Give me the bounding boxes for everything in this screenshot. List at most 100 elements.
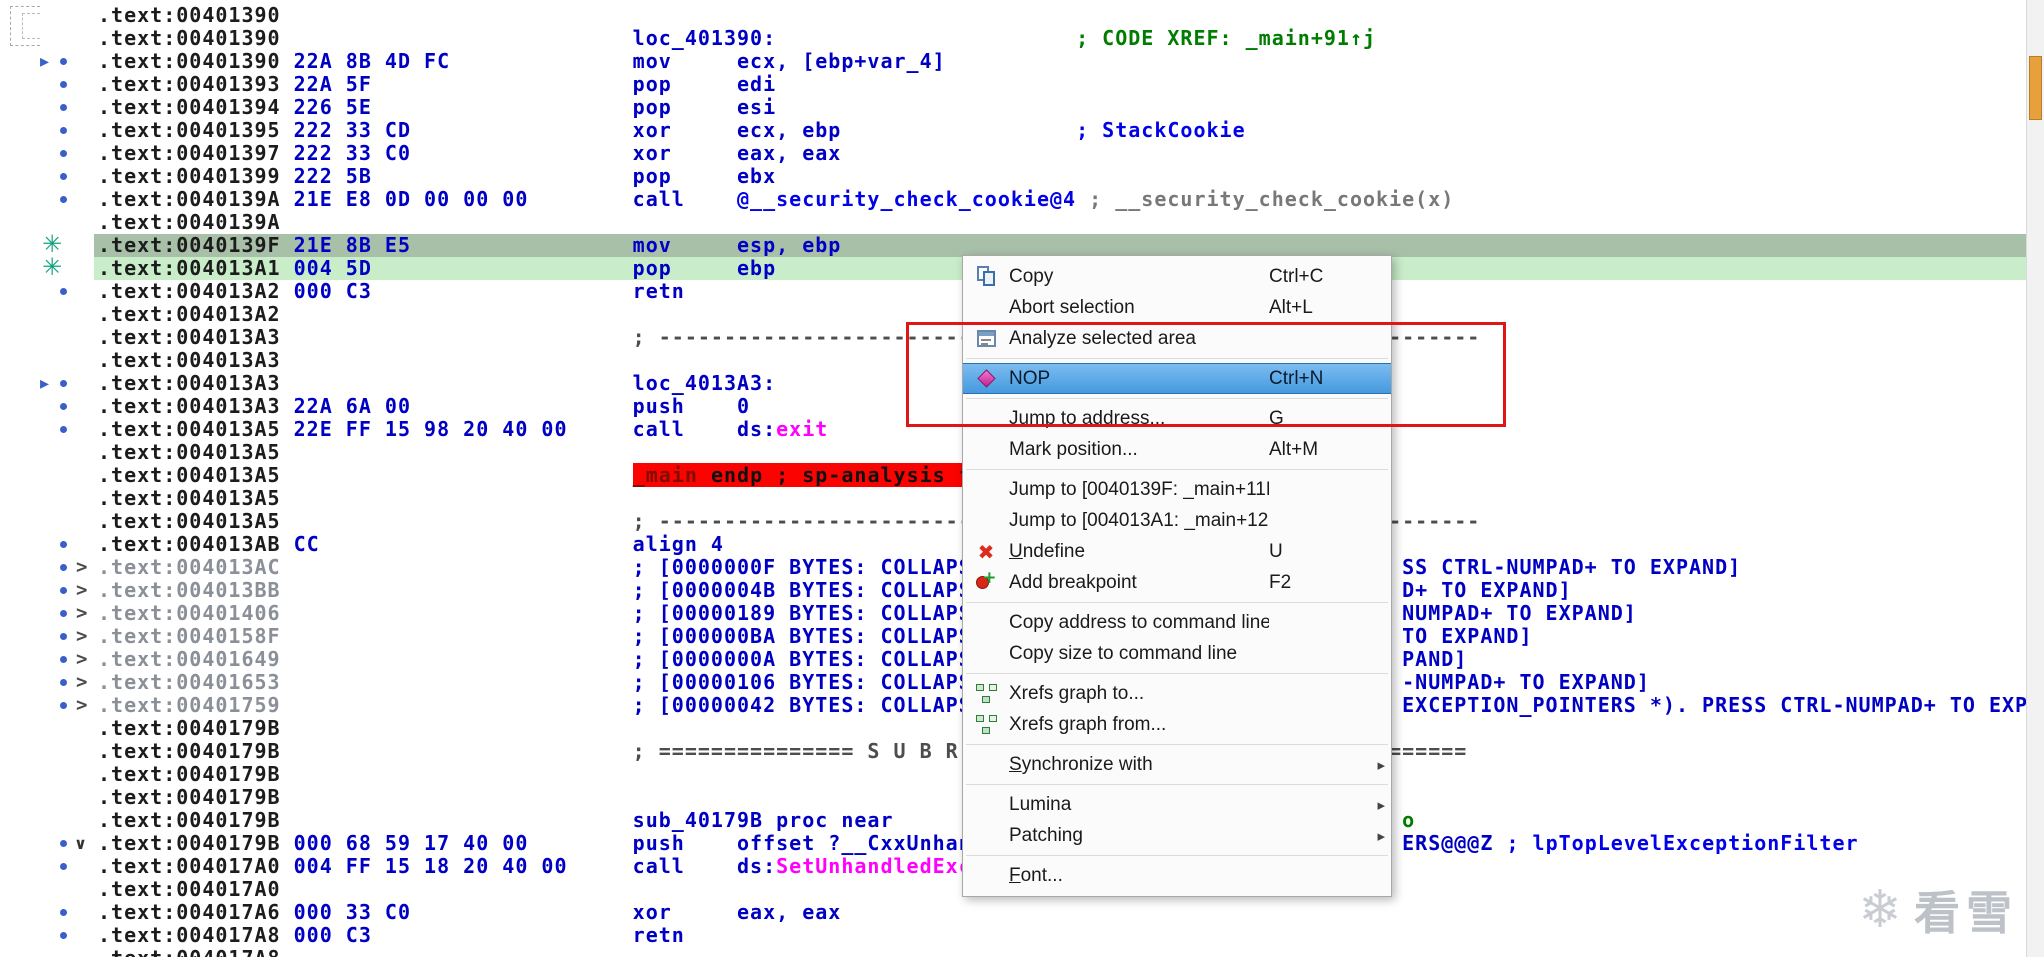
menu-item-label: Patching bbox=[1009, 824, 1083, 846]
menu-item-label: Synchronize with bbox=[1009, 753, 1153, 775]
menu-item-add-breakpoint[interactable]: + Add breakpoint F2 bbox=[963, 567, 1391, 598]
asm-text: .text:0040179B bbox=[98, 717, 281, 740]
menu-item-abort-selection[interactable]: Abort selection Alt+L bbox=[963, 292, 1391, 323]
asm-seg: .text:004013A3 bbox=[98, 394, 281, 418]
code-dot-icon bbox=[60, 173, 67, 180]
code-dot-icon bbox=[60, 702, 67, 709]
asm-seg: .text:00401395 bbox=[98, 118, 281, 142]
asm-text: .text:0040139A 21E E8 0D 00 00 00 call @… bbox=[98, 188, 1454, 211]
expand-arrow-icon[interactable]: > bbox=[76, 648, 88, 671]
menu-item-label: Jump to address... bbox=[1009, 407, 1166, 429]
asm-seg: 000 C3 retn bbox=[280, 923, 685, 947]
asm-text: .text:00401406 ; [00000189 BYTES: COLLAP… bbox=[98, 602, 1637, 625]
analyze-icon bbox=[963, 330, 1009, 347]
menu-item-label: Copy bbox=[1009, 265, 1054, 287]
ida-disassembly-view: .text:00401390 .text:00401390 loc_401390:… bbox=[0, 0, 2044, 957]
menu-item-patching[interactable]: Patching ▸ bbox=[963, 820, 1391, 851]
asm-text: .text:00401390 22A 8B 4D FC mov ecx, [eb… bbox=[98, 50, 946, 73]
collapse-chevron-icon[interactable]: ∨ bbox=[74, 832, 88, 855]
menu-item-label: NOP bbox=[1009, 367, 1051, 389]
menu-item-nop[interactable]: NOP Ctrl+N bbox=[963, 363, 1391, 394]
expand-arrow-icon[interactable]: > bbox=[76, 556, 88, 579]
asm-seg: @__security_check_cookie@4 bbox=[737, 187, 1077, 211]
asm-text: .text:004013A5 22E FF 15 98 20 40 00 cal… bbox=[98, 418, 828, 441]
menu-item-copy-address-to-command-line[interactable]: Copy address to command line bbox=[963, 607, 1391, 638]
asm-text: .text:004013A3 bbox=[98, 349, 281, 372]
expand-arrow-icon[interactable]: > bbox=[76, 579, 88, 602]
asm-line[interactable]: .text:004017A8 000 C3 retn bbox=[0, 924, 2026, 947]
asm-text: .text:004017A0 bbox=[98, 878, 281, 901]
asm-seg: .text:0040179B bbox=[98, 831, 281, 855]
asm-seg: .text:004013A5 bbox=[98, 463, 281, 487]
vertical-scrollbar[interactable] bbox=[2026, 0, 2044, 957]
menu-item-label: Copy address to command line bbox=[1009, 611, 1269, 633]
menu-item-label: Add breakpoint bbox=[1009, 571, 1137, 593]
asm-line[interactable]: .text:004017A6 000 33 C0 xor eax, eax bbox=[0, 901, 2026, 924]
menu-item-font[interactable]: Font... bbox=[963, 860, 1391, 891]
menu-item-copy[interactable]: Copy Ctrl+C bbox=[963, 261, 1391, 292]
submenu-arrow-icon: ▸ bbox=[1377, 796, 1385, 814]
code-dot-icon bbox=[60, 863, 67, 870]
scrollbar-thumb[interactable] bbox=[2029, 56, 2042, 120]
menu-item-label: Jump to [004013A1: _main+121] bbox=[1009, 509, 1269, 531]
asm-line[interactable]: ✳ .text:0040139F 21E 8B E5 mov esp, ebp bbox=[0, 232, 2026, 257]
expand-arrow-icon[interactable]: > bbox=[76, 671, 88, 694]
asm-seg: 004 FF 15 18 20 40 00 call ds: bbox=[280, 854, 777, 878]
asm-seg: .text:00401653 bbox=[98, 670, 281, 694]
asm-line[interactable]: .text:00401390 loc_401390: ; CODE XREF: … bbox=[0, 27, 2026, 50]
asm-line[interactable]: .text:0040139A bbox=[0, 211, 2026, 234]
asm-text: .text:0040179B bbox=[98, 763, 281, 786]
menu-item-label: Xrefs graph from... bbox=[1009, 713, 1167, 735]
expand-arrow-icon[interactable]: > bbox=[76, 602, 88, 625]
asm-line[interactable]: .text:00401395 222 33 CD xor ecx, ebp ; … bbox=[0, 119, 2026, 142]
asm-text: .text:00401393 22A 5F pop edi bbox=[98, 73, 776, 96]
asm-line[interactable]: ▸ .text:00401390 22A 8B 4D FC mov ecx, [e… bbox=[0, 50, 2026, 73]
asm-seg: .text:0040179B bbox=[98, 808, 281, 832]
asm-text: .text:00401397 222 33 C0 xor eax, eax bbox=[98, 142, 841, 165]
asm-text: .text:00401395 222 33 CD xor ecx, ebp ; … bbox=[98, 119, 1246, 142]
undefine-icon: ✖ bbox=[977, 539, 995, 564]
menu-item-jump-to-004013a1-main-121[interactable]: Jump to [004013A1: _main+121] bbox=[963, 505, 1391, 536]
asm-seg: .text:0040179B bbox=[98, 716, 281, 740]
asm-seg: .text:00401390 bbox=[98, 26, 281, 50]
menu-item-shortcut: Alt+L bbox=[1269, 296, 1313, 318]
asm-line[interactable]: .text:00401393 22A 5F pop edi bbox=[0, 73, 2026, 96]
menu-item-jump-to-0040139f-main-11f[interactable]: Jump to [0040139F: _main+11F] bbox=[963, 474, 1391, 505]
asm-line[interactable]: .text:00401394 226 5E pop esi bbox=[0, 96, 2026, 119]
menu-item-undefine[interactable]: ✖ Undefine U bbox=[963, 536, 1391, 567]
asm-line[interactable]: .text:00401399 222 5B pop ebx bbox=[0, 165, 2026, 188]
submenu-arrow-icon: ▸ bbox=[1377, 756, 1385, 774]
asm-text: .text:004017A6 000 33 C0 xor eax, eax bbox=[98, 901, 841, 924]
asm-seg: .text:00401394 bbox=[98, 95, 281, 119]
context-menu: Copy Ctrl+C Abort selection Alt+L Analyze se… bbox=[962, 255, 1392, 897]
menu-item-jump-to-address[interactable]: Jump to address... G bbox=[963, 403, 1391, 434]
menu-item-copy-size-to-command-line[interactable]: Copy size to command line bbox=[963, 638, 1391, 669]
menu-item-synchronize-with[interactable]: Synchronize with ▸ bbox=[963, 749, 1391, 780]
asm-line[interactable]: .text:00401390 bbox=[0, 4, 2026, 27]
expand-arrow-icon[interactable]: > bbox=[76, 694, 88, 717]
menu-item-label: Copy size to command line bbox=[1009, 642, 1238, 664]
asm-line[interactable]: .text:00401397 222 33 C0 xor eax, eax bbox=[0, 142, 2026, 165]
asm-line[interactable]: .text:004017A8 bbox=[0, 947, 2026, 957]
menu-item-analyze-selected-area[interactable]: Analyze selected area bbox=[963, 323, 1391, 354]
asm-text: .text:004013A3 loc_4013A3: bbox=[98, 372, 776, 395]
asm-seg: .text:0040139F bbox=[98, 233, 281, 257]
menu-item-mark-position[interactable]: Mark position... Alt+M bbox=[963, 434, 1391, 465]
asm-seg: _main bbox=[632, 463, 698, 487]
expand-arrow-icon[interactable]: > bbox=[76, 625, 88, 648]
code-dot-icon bbox=[60, 288, 67, 295]
asm-text: .text:004013A1 004 5D pop ebp bbox=[98, 257, 776, 280]
asm-seg: .text:00401390 bbox=[98, 3, 281, 27]
asm-seg: .text:00401399 bbox=[98, 164, 281, 188]
asm-seg: .text:004013A5 bbox=[98, 417, 281, 441]
menu-item-xrefs-graph-to[interactable]: Xrefs graph to... bbox=[963, 678, 1391, 709]
code-dot-icon bbox=[60, 633, 67, 640]
asm-line[interactable]: .text:0040139A 21E E8 0D 00 00 00 call @… bbox=[0, 188, 2026, 211]
menu-item-xrefs-graph-from[interactable]: Xrefs graph from... bbox=[963, 709, 1391, 740]
asm-seg: .text:0040139A bbox=[98, 187, 281, 211]
asm-seg: .text:004013AC bbox=[98, 555, 281, 579]
menu-item-lumina[interactable]: Lumina ▸ bbox=[963, 789, 1391, 820]
snowflake-icon: ❄ bbox=[1858, 880, 1902, 940]
menu-separator bbox=[966, 744, 1388, 745]
code-dot-icon bbox=[60, 610, 67, 617]
